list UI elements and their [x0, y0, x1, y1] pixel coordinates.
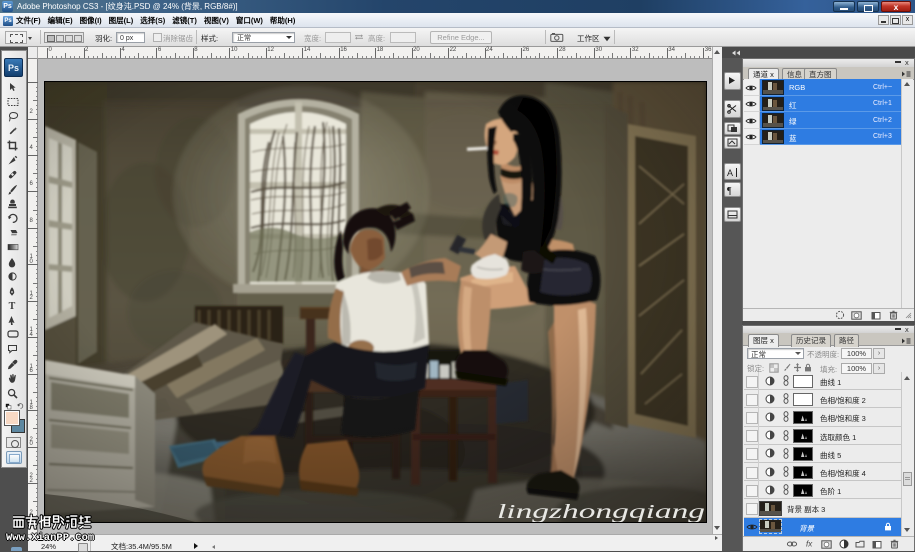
svg-text:T: T	[9, 301, 16, 311]
svg-text:fx: fx	[806, 540, 813, 549]
svg-text:¶: ¶	[727, 186, 732, 195]
svg-text:lingzhongqiang: lingzhongqiang	[497, 501, 705, 522]
svg-text:A: A	[727, 168, 733, 178]
